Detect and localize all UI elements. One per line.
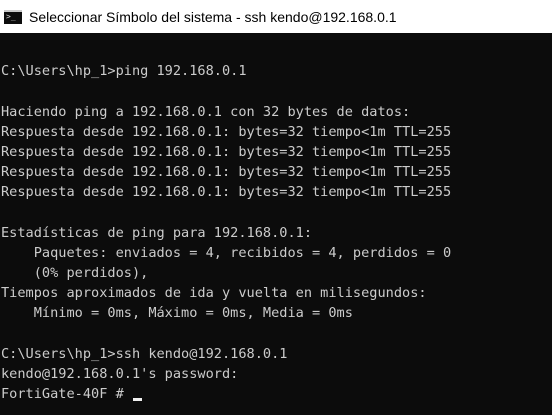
console-line: Haciendo ping a 192.168.0.1 con 32 bytes… <box>1 103 411 120</box>
console-line: Estadísticas de ping para 192.168.0.1: <box>1 224 312 241</box>
console-line: (0% perdidos), <box>1 265 149 282</box>
console-line: C:\Users\hp_1>ssh kendo@192.168.0.1 <box>1 345 288 362</box>
console-prompt-line[interactable]: FortiGate-40F # <box>1 384 552 404</box>
text-cursor <box>132 398 142 402</box>
console-line: Respuesta desde 192.168.0.1: bytes=32 ti… <box>1 184 452 201</box>
console-output[interactable]: C:\Users\hp_1>ping 192.168.0.1 Haciendo … <box>0 33 552 415</box>
terminal-window: >_ Seleccionar Símbolo del sistema - ssh… <box>0 0 552 415</box>
console-line: Mínimo = 0ms, Máximo = 0ms, Media = 0ms <box>1 305 353 322</box>
console-line: Respuesta desde 192.168.0.1: bytes=32 ti… <box>1 123 452 140</box>
console-line: Respuesta desde 192.168.0.1: bytes=32 ti… <box>1 164 452 181</box>
console-line: Tiempos aproximados de ida y vuelta en m… <box>1 285 427 302</box>
console-line: C:\Users\hp_1>ping 192.168.0.1 <box>1 63 247 80</box>
console-line: Paquetes: enviados = 4, recibidos = 4, p… <box>1 244 452 261</box>
console-line: Respuesta desde 192.168.0.1: bytes=32 ti… <box>1 143 452 160</box>
console-line: kendo@192.168.0.1's password: <box>1 366 239 382</box>
fortigate-prompt: FortiGate-40F # <box>1 386 132 403</box>
title-bar[interactable]: >_ Seleccionar Símbolo del sistema - ssh… <box>0 0 552 33</box>
window-title: Seleccionar Símbolo del sistema - ssh ke… <box>29 8 397 25</box>
cmd-icon: >_ <box>4 10 22 24</box>
